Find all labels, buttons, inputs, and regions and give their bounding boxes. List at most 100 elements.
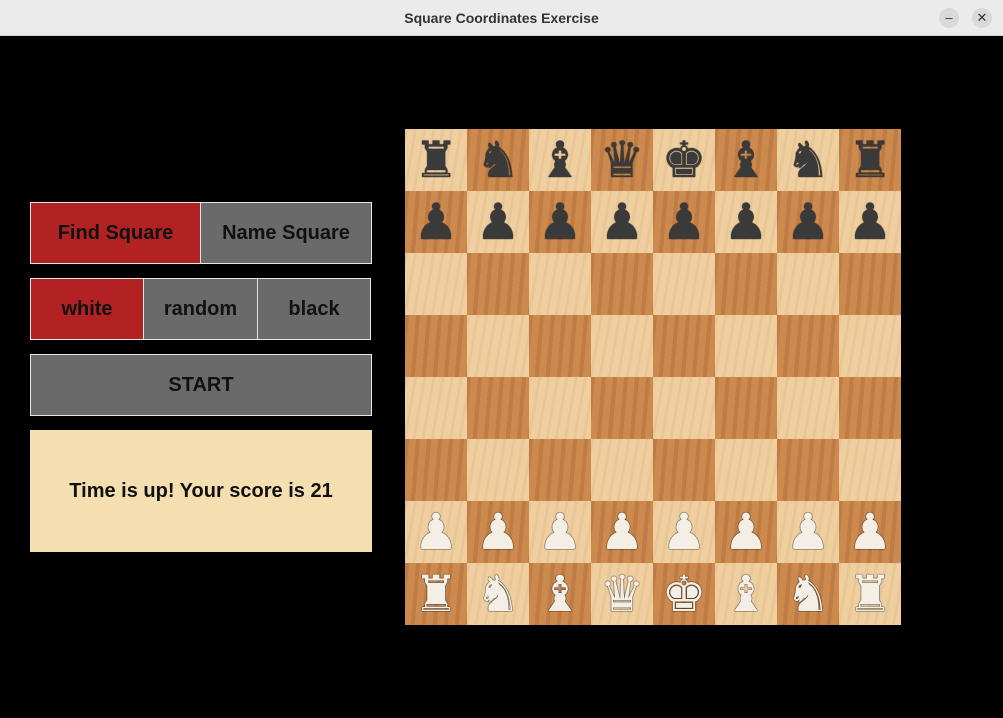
black-pawn-icon: ♟ xyxy=(599,193,645,251)
name-square-button[interactable]: Name Square xyxy=(200,202,372,264)
white-bishop-icon: ♝ xyxy=(723,565,769,623)
square-d6[interactable] xyxy=(591,253,653,315)
black-knight-icon: ♞ xyxy=(475,131,521,189)
square-b2[interactable]: ♟ xyxy=(467,501,529,563)
square-d3[interactable] xyxy=(591,439,653,501)
find-square-button[interactable]: Find Square xyxy=(30,202,201,264)
square-h7[interactable]: ♟ xyxy=(839,191,901,253)
square-g3[interactable] xyxy=(777,439,839,501)
square-a3[interactable] xyxy=(405,439,467,501)
square-d8[interactable]: ♛ xyxy=(591,129,653,191)
square-h8[interactable]: ♜ xyxy=(839,129,901,191)
square-g8[interactable]: ♞ xyxy=(777,129,839,191)
square-h2[interactable]: ♟ xyxy=(839,501,901,563)
square-c4[interactable] xyxy=(529,377,591,439)
black-bishop-icon: ♝ xyxy=(537,131,583,189)
black-knight-icon: ♞ xyxy=(785,131,831,189)
square-g1[interactable]: ♞ xyxy=(777,563,839,625)
square-g7[interactable]: ♟ xyxy=(777,191,839,253)
minimize-button[interactable]: – xyxy=(939,8,959,28)
square-h3[interactable] xyxy=(839,439,901,501)
square-f4[interactable] xyxy=(715,377,777,439)
square-a1[interactable]: ♜ xyxy=(405,563,467,625)
square-g6[interactable] xyxy=(777,253,839,315)
square-c7[interactable]: ♟ xyxy=(529,191,591,253)
random-button[interactable]: random xyxy=(143,278,258,340)
white-rook-icon: ♜ xyxy=(413,565,459,623)
square-f1[interactable]: ♝ xyxy=(715,563,777,625)
square-e1[interactable]: ♚ xyxy=(653,563,715,625)
square-c2[interactable]: ♟ xyxy=(529,501,591,563)
square-e2[interactable]: ♟ xyxy=(653,501,715,563)
white-knight-icon: ♞ xyxy=(475,565,521,623)
square-b6[interactable] xyxy=(467,253,529,315)
square-f8[interactable]: ♝ xyxy=(715,129,777,191)
square-e3[interactable] xyxy=(653,439,715,501)
square-e6[interactable] xyxy=(653,253,715,315)
square-c8[interactable]: ♝ xyxy=(529,129,591,191)
square-c1[interactable]: ♝ xyxy=(529,563,591,625)
square-f3[interactable] xyxy=(715,439,777,501)
white-pawn-icon: ♟ xyxy=(413,503,459,561)
square-a8[interactable]: ♜ xyxy=(405,129,467,191)
square-a7[interactable]: ♟ xyxy=(405,191,467,253)
square-a6[interactable] xyxy=(405,253,467,315)
white-bishop-icon: ♝ xyxy=(537,565,583,623)
square-b7[interactable]: ♟ xyxy=(467,191,529,253)
white-pawn-icon: ♟ xyxy=(785,503,831,561)
square-f5[interactable] xyxy=(715,315,777,377)
window-titlebar: Square Coordinates Exercise – ✕ xyxy=(0,0,1003,36)
square-a4[interactable] xyxy=(405,377,467,439)
white-pawn-icon: ♟ xyxy=(537,503,583,561)
square-b8[interactable]: ♞ xyxy=(467,129,529,191)
black-pawn-icon: ♟ xyxy=(475,193,521,251)
square-d7[interactable]: ♟ xyxy=(591,191,653,253)
square-g2[interactable]: ♟ xyxy=(777,501,839,563)
white-pawn-icon: ♟ xyxy=(475,503,521,561)
white-pawn-icon: ♟ xyxy=(847,503,893,561)
square-h5[interactable] xyxy=(839,315,901,377)
chess-board[interactable]: ♜ ♞ ♝ ♛ ♚ ♝ ♞ ♜ ♟ ♟ ♟ ♟ ♟ ♟ ♟ ♟ ♟ ♟ ♟ ♟ ♟ ♟ ♟ ♟ ♜ ♞ ♝ ♛ ♚ ♝ ♞ ♜ xyxy=(405,129,901,625)
black-king-icon: ♚ xyxy=(661,131,707,189)
black-rook-icon: ♜ xyxy=(413,131,459,189)
start-button[interactable]: START xyxy=(30,354,372,416)
close-button[interactable]: ✕ xyxy=(972,8,992,28)
square-e4[interactable] xyxy=(653,377,715,439)
white-rook-icon: ♜ xyxy=(847,565,893,623)
square-b4[interactable] xyxy=(467,377,529,439)
square-c5[interactable] xyxy=(529,315,591,377)
square-f7[interactable]: ♟ xyxy=(715,191,777,253)
square-b3[interactable] xyxy=(467,439,529,501)
square-g4[interactable] xyxy=(777,377,839,439)
square-g5[interactable] xyxy=(777,315,839,377)
app-content: Find Square Name Square white random bla… xyxy=(0,37,1003,718)
white-pawn-icon: ♟ xyxy=(599,503,645,561)
black-pawn-icon: ♟ xyxy=(847,193,893,251)
square-d5[interactable] xyxy=(591,315,653,377)
black-pawn-icon: ♟ xyxy=(785,193,831,251)
white-button[interactable]: white xyxy=(30,278,144,340)
square-f2[interactable]: ♟ xyxy=(715,501,777,563)
black-button[interactable]: black xyxy=(257,278,371,340)
square-e5[interactable] xyxy=(653,315,715,377)
square-b5[interactable] xyxy=(467,315,529,377)
square-d2[interactable]: ♟ xyxy=(591,501,653,563)
black-pawn-icon: ♟ xyxy=(537,193,583,251)
black-pawn-icon: ♟ xyxy=(661,193,707,251)
square-e7[interactable]: ♟ xyxy=(653,191,715,253)
square-h6[interactable] xyxy=(839,253,901,315)
square-h4[interactable] xyxy=(839,377,901,439)
square-f6[interactable] xyxy=(715,253,777,315)
square-a5[interactable] xyxy=(405,315,467,377)
white-king-icon: ♚ xyxy=(661,565,707,623)
square-d4[interactable] xyxy=(591,377,653,439)
square-b1[interactable]: ♞ xyxy=(467,563,529,625)
square-c3[interactable] xyxy=(529,439,591,501)
score-message: Time is up! Your score is 21 xyxy=(30,430,372,552)
square-d1[interactable]: ♛ xyxy=(591,563,653,625)
square-a2[interactable]: ♟ xyxy=(405,501,467,563)
window-title: Square Coordinates Exercise xyxy=(404,10,599,26)
square-c6[interactable] xyxy=(529,253,591,315)
square-h1[interactable]: ♜ xyxy=(839,563,901,625)
square-e8[interactable]: ♚ xyxy=(653,129,715,191)
